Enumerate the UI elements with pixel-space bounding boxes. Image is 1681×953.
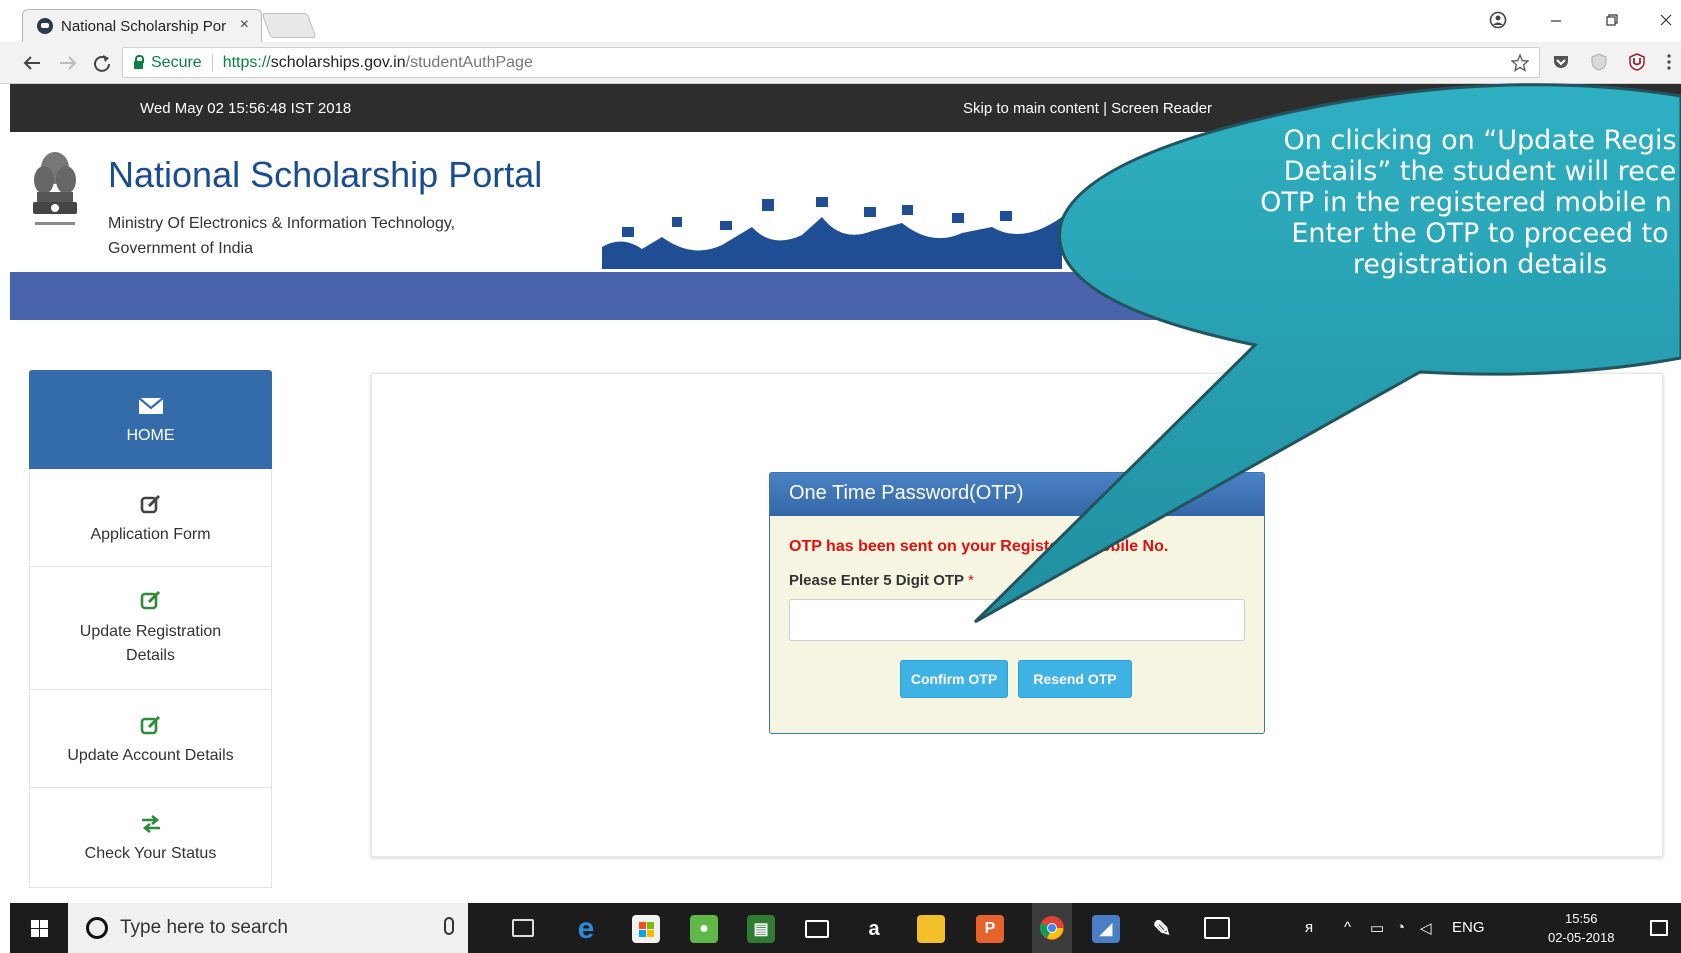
graduates-banner-image — [602, 197, 1062, 269]
sidebar-item-check-status[interactable]: Check Your Status — [29, 788, 272, 888]
wifi-icon[interactable]: ◔ — [1396, 919, 1405, 936]
edit-icon — [140, 494, 160, 514]
reload-icon[interactable] — [92, 53, 112, 73]
cortana-circle-icon — [86, 917, 108, 939]
app-green-icon[interactable]: ● — [690, 915, 718, 943]
taskbar-search-box[interactable]: Type here to search — [68, 903, 468, 953]
ministry-text: Ministry Of Electronics & Information Te… — [108, 211, 508, 261]
sidebar-item-label: Application Form — [90, 526, 211, 543]
otp-input[interactable] — [789, 599, 1245, 641]
sidebar-item-label: Check Your Status — [84, 845, 217, 862]
browser-toolbar: Secure https://scholarships.gov.in/stude… — [0, 42, 1681, 84]
omnibox-divider — [211, 53, 213, 72]
callout-line-4: Enter the OTP to proceed to — [1291, 218, 1669, 249]
pocket-extension-icon[interactable] — [1552, 54, 1570, 70]
paint-icon[interactable]: ✎ — [1148, 915, 1176, 943]
sidebar-item-label-line-2: Details — [126, 647, 175, 664]
url-scheme: https:// — [222, 53, 271, 71]
chrome-taskbar-icon[interactable] — [1032, 903, 1072, 953]
lock-icon — [134, 54, 144, 69]
otp-panel: One Time Password(OTP) OTP has been sent… — [769, 472, 1265, 734]
callout-line-5: registration details — [1352, 249, 1608, 280]
site-favicon-icon — [37, 18, 53, 34]
exchange-icon — [141, 814, 160, 834]
photos-icon[interactable] — [1204, 917, 1230, 939]
callout-line-3: OTP in the registered mobile n — [1260, 187, 1672, 218]
ublock-extension-icon[interactable] — [1628, 53, 1646, 71]
volume-icon[interactable]: ◁ — [1420, 919, 1432, 937]
confirm-otp-button[interactable]: Confirm OTP — [900, 660, 1008, 698]
url-host: scholarships.gov.in — [270, 53, 406, 71]
store-icon[interactable] — [632, 915, 660, 943]
tab-close-icon[interactable]: × — [240, 16, 249, 34]
edit-icon — [140, 590, 160, 610]
sidebar-item-application-form[interactable]: Application Form — [29, 469, 272, 567]
forward-arrow-icon[interactable] — [58, 54, 78, 72]
tab-title: National Scholarship Por — [61, 17, 227, 35]
ministry-line-1: Ministry Of Electronics & Information Te… — [108, 215, 456, 232]
callout-line-2: Details” the student will rece — [1283, 156, 1677, 187]
windows-taskbar: Type here to search e ● ▤ a P ◢ ✎ ᴙ ^ ▭ … — [10, 903, 1681, 953]
edit-icon — [140, 715, 160, 735]
action-center-icon[interactable] — [1650, 920, 1668, 936]
otp-sent-message: OTP has been sent on your Registered Mob… — [789, 538, 1169, 555]
chrome-icon — [1039, 916, 1064, 940]
portal-title: National Scholarship Portal — [108, 154, 543, 195]
bookmark-star-icon[interactable] — [1511, 54, 1529, 72]
back-arrow-icon[interactable] — [22, 54, 42, 72]
powerpoint-icon[interactable]: P — [976, 915, 1004, 943]
otp-panel-heading: One Time Password(OTP) — [770, 473, 1264, 516]
sidebar-item-home[interactable]: HOME — [29, 370, 272, 469]
address-bar[interactable]: Secure https://scholarships.gov.in/stude… — [122, 47, 1540, 78]
mail-icon[interactable] — [805, 920, 829, 938]
resend-otp-button[interactable]: Resend OTP — [1018, 660, 1132, 698]
clock-time: 15:56 — [1564, 911, 1598, 926]
profile-icon[interactable] — [1489, 11, 1507, 29]
edge-browser-icon[interactable]: e — [572, 912, 600, 945]
sidebar-item-label: Update Registration — [79, 623, 222, 640]
envelope-icon — [137, 397, 164, 414]
url-path: /studentAuthPage — [405, 53, 533, 71]
show-hidden-icons-chevron-icon[interactable]: ^ — [1344, 919, 1351, 936]
amazon-icon[interactable]: a — [860, 915, 888, 943]
ministry-line-2: Government of India — [108, 240, 253, 257]
sidebar-item-update-registration[interactable]: Update Registration Details — [29, 567, 272, 690]
national-emblem-icon — [33, 152, 77, 225]
otp-field-label: Please Enter 5 Digit OTP * — [789, 572, 974, 589]
menu-dots-icon[interactable] — [1666, 53, 1672, 71]
system-clock[interactable]: 15:56 02-05-2018 — [1548, 909, 1615, 947]
close-window-icon[interactable] — [1658, 12, 1674, 28]
browser-tabstrip: National Scholarship Por × — [0, 0, 1681, 42]
new-tab-button[interactable] — [261, 13, 317, 38]
skip-links[interactable]: Skip to main content | Screen Reader — [963, 100, 1212, 117]
file-explorer-icon[interactable] — [917, 915, 945, 943]
sidebar-item-label: Update Account Details — [67, 747, 234, 764]
browser-tab[interactable]: National Scholarship Por × — [22, 9, 262, 42]
clock-date: 02-05-2018 — [1548, 930, 1615, 945]
task-view-icon[interactable] — [512, 919, 534, 937]
sidebar-item-label: HOME — [126, 427, 175, 444]
people-icon[interactable]: ᴙ — [1305, 919, 1313, 936]
shield-extension-icon[interactable] — [1590, 53, 1608, 71]
restore-icon[interactable] — [1604, 12, 1620, 28]
callout-line-1: On clicking on “Update Regis — [1283, 125, 1677, 156]
microphone-icon[interactable] — [444, 917, 454, 935]
app-blue-icon[interactable]: ◢ — [1092, 915, 1120, 943]
input-language[interactable]: ENG — [1452, 919, 1485, 936]
windows-start-icon[interactable] — [31, 920, 48, 937]
required-asterisk: * — [967, 572, 974, 589]
server-datetime: Wed May 02 15:56:48 IST 2018 — [140, 100, 352, 117]
otp-label-text: Please Enter 5 Digit OTP — [789, 572, 964, 589]
secure-label: Secure — [151, 53, 202, 71]
sidebar-item-update-account[interactable]: Update Account Details — [29, 690, 272, 788]
sidebar: HOME Application Form Update Registratio… — [29, 370, 272, 900]
callout-text: On clicking on “Update Regis Details” th… — [1200, 125, 1681, 280]
taskbar-search-placeholder: Type here to search — [120, 917, 288, 938]
evernote-icon[interactable]: ▤ — [747, 915, 775, 943]
battery-icon[interactable]: ▭ — [1370, 919, 1384, 937]
minimize-icon[interactable] — [1548, 12, 1564, 28]
